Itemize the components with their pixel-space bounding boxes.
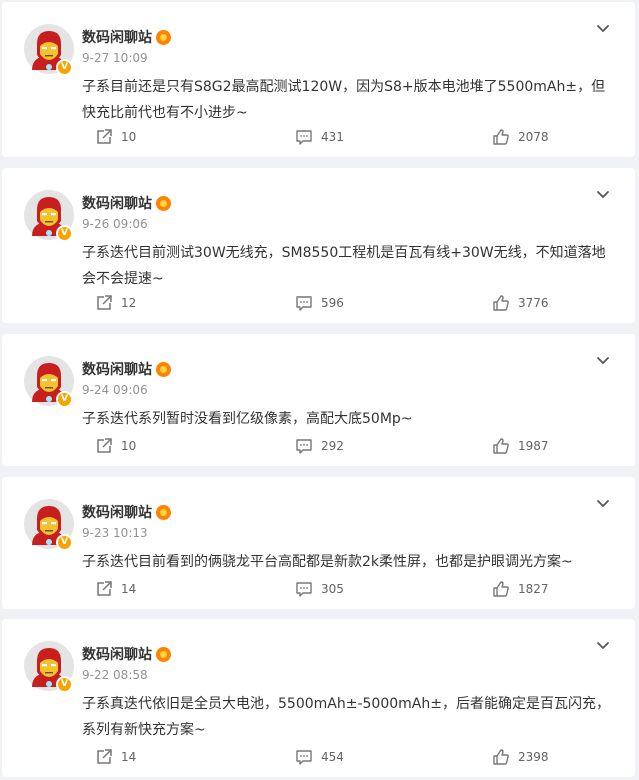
thumbs-up-icon bbox=[493, 295, 509, 311]
like-count: 2398 bbox=[518, 750, 549, 764]
repost-icon bbox=[97, 749, 112, 764]
author-name[interactable]: 数码闲聊站 bbox=[82, 502, 152, 522]
comment-count: 292 bbox=[321, 439, 344, 453]
post-actions: 10 431 2078 bbox=[2, 117, 635, 157]
post-card: V 数码闲聊站 9-26 09:06 子系迭代目前测试30W无线充，SM8550… bbox=[2, 168, 635, 323]
repost-button[interactable]: 14 bbox=[95, 747, 136, 767]
repost-button[interactable]: 10 bbox=[95, 436, 136, 456]
verified-badge-icon: V bbox=[56, 676, 73, 693]
verified-badge-icon: V bbox=[56, 534, 73, 551]
verified-badge-icon: V bbox=[56, 59, 73, 76]
like-count: 2078 bbox=[518, 130, 549, 144]
like-count: 1827 bbox=[518, 582, 549, 596]
author-name[interactable]: 数码闲聊站 bbox=[82, 359, 152, 379]
post-actions: 12 596 3776 bbox=[2, 283, 635, 323]
repost-icon bbox=[97, 438, 112, 453]
chevron-down-icon[interactable] bbox=[593, 184, 613, 204]
author-name[interactable]: 数码闲聊站 bbox=[82, 27, 152, 47]
chevron-down-icon[interactable] bbox=[593, 18, 613, 38]
post-text: 子系真迭代依旧是全员大电池，5500mAh±-5000mAh±，后者能确定是百瓦… bbox=[82, 696, 610, 738]
post-time[interactable]: 9-26 09:06 bbox=[82, 217, 148, 231]
chevron-down-icon[interactable] bbox=[593, 493, 613, 513]
post-card: V 数码闲聊站 9-23 10:13 子系迭代目前看到的俩骁龙平台高配都是新款2… bbox=[2, 477, 635, 609]
post-time[interactable]: 9-22 08:58 bbox=[82, 668, 148, 682]
post-card: V 数码闲聊站 9-27 10:09 子系目前还是只有S8G2最高配测试120W… bbox=[2, 2, 635, 157]
post-time[interactable]: 9-24 09:06 bbox=[82, 383, 148, 397]
post-card: V 数码闲聊站 9-24 09:06 子系迭代系列暂时没看到亿级像素，高配大底5… bbox=[2, 334, 635, 466]
comment-count: 431 bbox=[321, 130, 344, 144]
like-count: 3776 bbox=[518, 296, 549, 310]
post-actions: 14 454 2398 bbox=[2, 737, 635, 777]
chevron-down-icon[interactable] bbox=[593, 350, 613, 370]
comment-icon bbox=[296, 130, 312, 145]
medal-icon bbox=[156, 361, 171, 377]
medal-icon bbox=[156, 29, 171, 45]
comment-icon bbox=[296, 750, 312, 765]
thumbs-up-icon bbox=[493, 749, 509, 765]
post-actions: 14 305 1827 bbox=[2, 569, 635, 609]
repost-icon bbox=[97, 581, 112, 596]
repost-button[interactable]: 14 bbox=[95, 579, 136, 599]
comment-button[interactable]: 431 bbox=[295, 127, 344, 147]
comment-count: 596 bbox=[321, 296, 344, 310]
weibo-feed: V 数码闲聊站 9-27 10:09 子系目前还是只有S8G2最高配测试120W… bbox=[0, 0, 639, 780]
repost-icon bbox=[97, 295, 112, 310]
like-button[interactable]: 3776 bbox=[492, 293, 549, 313]
comment-button[interactable]: 596 bbox=[295, 293, 344, 313]
author-name[interactable]: 数码闲聊站 bbox=[82, 644, 152, 664]
chevron-down-icon[interactable] bbox=[593, 635, 613, 655]
repost-button[interactable]: 10 bbox=[95, 127, 136, 147]
medal-icon bbox=[156, 504, 171, 520]
post-time[interactable]: 9-23 10:13 bbox=[82, 526, 148, 540]
medal-icon bbox=[156, 195, 171, 211]
verified-badge-icon: V bbox=[56, 391, 73, 408]
comment-count: 305 bbox=[321, 582, 344, 596]
like-button[interactable]: 1827 bbox=[492, 579, 549, 599]
repost-count: 10 bbox=[121, 439, 137, 453]
repost-count: 12 bbox=[121, 296, 137, 310]
comment-count: 454 bbox=[321, 750, 344, 764]
thumbs-up-icon bbox=[493, 438, 509, 454]
comment-button[interactable]: 292 bbox=[295, 436, 344, 456]
thumbs-up-icon bbox=[493, 581, 509, 597]
author-name[interactable]: 数码闲聊站 bbox=[82, 193, 152, 213]
comment-icon bbox=[296, 296, 312, 311]
thumbs-up-icon bbox=[493, 129, 509, 145]
comment-button[interactable]: 305 bbox=[295, 579, 344, 599]
like-button[interactable]: 2078 bbox=[492, 127, 549, 147]
comment-icon bbox=[296, 582, 312, 597]
repost-count: 10 bbox=[121, 130, 137, 144]
like-count: 1987 bbox=[518, 439, 549, 453]
like-button[interactable]: 2398 bbox=[492, 747, 549, 767]
like-button[interactable]: 1987 bbox=[492, 436, 549, 456]
verified-badge-icon: V bbox=[56, 225, 73, 242]
repost-count: 14 bbox=[121, 582, 137, 596]
post-time[interactable]: 9-27 10:09 bbox=[82, 51, 148, 65]
repost-button[interactable]: 12 bbox=[95, 293, 136, 313]
post-card: V 数码闲聊站 9-22 08:58 子系真迭代依旧是全员大电池，5500mAh… bbox=[2, 619, 635, 777]
repost-count: 14 bbox=[121, 750, 137, 764]
comment-icon bbox=[296, 439, 312, 454]
medal-icon bbox=[156, 646, 171, 662]
comment-button[interactable]: 454 bbox=[295, 747, 344, 767]
repost-icon bbox=[97, 129, 112, 144]
post-actions: 10 292 1987 bbox=[2, 426, 635, 466]
